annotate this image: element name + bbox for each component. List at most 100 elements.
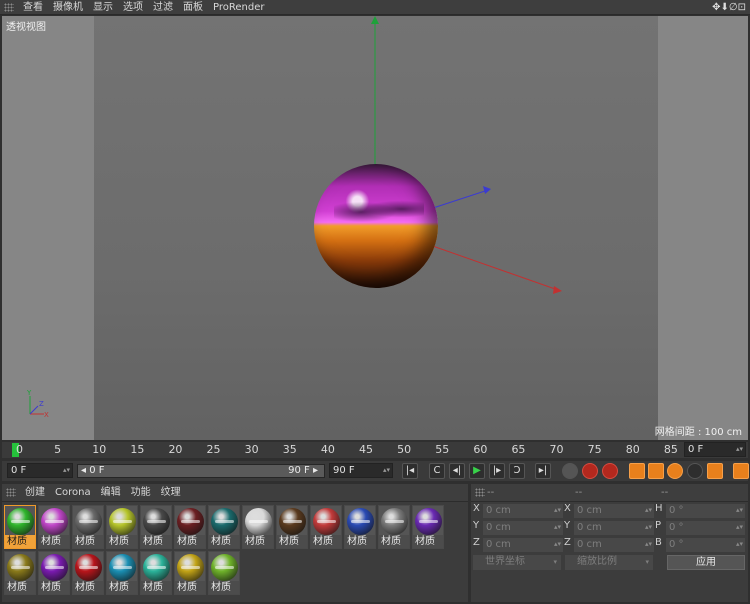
material-swatch[interactable]: 材质 xyxy=(412,505,444,549)
material-swatch[interactable]: 材质 xyxy=(378,505,410,549)
rotation-value-field[interactable]: 0 ° ▴▾ xyxy=(666,538,745,552)
apply-button[interactable]: 应用 xyxy=(667,555,745,570)
menu-filter[interactable]: 过滤 xyxy=(148,0,178,15)
timeline-tick-label: 20 xyxy=(168,443,183,456)
position-axis-label: Z xyxy=(473,537,480,548)
autokey-icon[interactable] xyxy=(602,463,618,479)
material-label: 材质 xyxy=(379,535,409,548)
grid-spacing-info: 网格间距 : 100 cm xyxy=(654,427,742,438)
menu-view[interactable]: 查看 xyxy=(18,0,48,15)
previous-key-button[interactable]: C xyxy=(429,463,445,479)
material-label: 材质 xyxy=(39,535,69,548)
material-preview-icon xyxy=(211,554,238,581)
timeline-tick-label: 35 xyxy=(282,443,297,456)
scale-ratio-dropdown[interactable]: 缩放比例 ▾ xyxy=(565,555,653,570)
timeline-ruler[interactable]: 051015202530354045505560657075808590 0 F… xyxy=(2,442,748,458)
material-label: 材质 xyxy=(413,535,443,548)
record-position-icon[interactable] xyxy=(629,463,645,479)
menu-camera[interactable]: 摄像机 xyxy=(48,0,88,15)
record-scale-icon[interactable] xyxy=(648,463,664,479)
position-axis-label: X xyxy=(473,503,480,514)
world-coord-dropdown[interactable]: 世界坐标 ▾ xyxy=(473,555,561,570)
timeline-tick-label: 5 xyxy=(54,443,62,456)
menu-options[interactable]: 选项 xyxy=(118,0,148,15)
rotation-value-field[interactable]: 0 ° ▴▾ xyxy=(666,521,745,535)
next-frame-button[interactable]: |▸ xyxy=(489,463,505,479)
material-swatch[interactable]: 材质 xyxy=(140,505,172,549)
grip-icon[interactable] xyxy=(6,488,16,497)
rotation-value-field[interactable]: 0 ° ▴▾ xyxy=(666,504,745,518)
material-swatch[interactable]: 材质 xyxy=(310,505,342,549)
menu-panel[interactable]: 面板 xyxy=(178,0,208,15)
material-swatch[interactable]: 材质 xyxy=(242,505,274,549)
material-swatch[interactable]: 材质 xyxy=(276,505,308,549)
menu-create[interactable]: 创建 xyxy=(20,485,50,500)
timeline-tick-label: 0 xyxy=(16,443,23,456)
record-rotation-icon[interactable] xyxy=(667,463,683,479)
go-to-end-button[interactable]: ▸| xyxy=(535,463,551,479)
play-button[interactable]: ▶ xyxy=(469,463,485,479)
material-label: 材质 xyxy=(5,535,35,548)
material-label: 材质 xyxy=(277,535,307,548)
material-label: 材质 xyxy=(175,581,205,594)
record-pla-icon[interactable] xyxy=(707,463,723,479)
size-value-field[interactable]: 0 cm ▴▾ xyxy=(574,504,654,518)
preview-range-slider[interactable]: ◂ 0 F 90 F ▸ xyxy=(77,464,325,478)
grip-icon[interactable] xyxy=(4,2,14,12)
material-swatch[interactable]: 材质 xyxy=(140,551,172,595)
chrome-sphere-object[interactable] xyxy=(314,164,438,288)
material-swatch[interactable]: 材质 xyxy=(106,551,138,595)
range-start-label: ◂ 0 F xyxy=(81,465,105,476)
next-key-button[interactable]: Ↄ xyxy=(509,463,525,479)
menu-texture[interactable]: 纹理 xyxy=(156,485,186,500)
position-value-field[interactable]: 0 cm ▴▾ xyxy=(483,521,563,535)
material-manager: 创建 Corona 编辑 功能 纹理 材质 材质 材质 材质 材质 材质 材质 材质 材质 材质材… xyxy=(2,484,468,602)
material-preview-icon xyxy=(415,508,442,535)
grip-icon[interactable] xyxy=(475,488,485,497)
material-swatch[interactable]: 材质 xyxy=(344,505,376,549)
timeline-window-icon[interactable] xyxy=(733,463,749,479)
timeline-tick-label: 80 xyxy=(625,443,640,456)
viewport-nav-icons[interactable]: ✥⬇∅⊡ xyxy=(712,2,750,13)
material-label: 材质 xyxy=(107,581,137,594)
menu-prorender[interactable]: ProRender xyxy=(208,0,269,15)
material-label: 材质 xyxy=(73,581,103,594)
material-swatch[interactable]: 材质 xyxy=(4,551,36,595)
size-value-field[interactable]: 0 cm ▴▾ xyxy=(574,521,654,535)
record-parameter-icon[interactable] xyxy=(687,463,703,479)
position-axis-label: Y xyxy=(473,520,480,531)
record-active-keys-icon[interactable] xyxy=(582,463,598,479)
previous-frame-button[interactable]: ◂| xyxy=(449,463,465,479)
material-preview-icon xyxy=(41,554,68,581)
start-frame-field[interactable]: 0 F ▴▾ xyxy=(7,463,73,478)
menu-corona[interactable]: Corona xyxy=(50,485,96,500)
menu-function[interactable]: 功能 xyxy=(126,485,156,500)
record-disabled-icon[interactable] xyxy=(562,463,578,479)
material-swatch[interactable]: 材质 xyxy=(72,551,104,595)
perspective-viewport[interactable]: 透视视图 Y X Z 网格间距 : 100 cm xyxy=(2,16,748,440)
material-swatch[interactable]: 材质 xyxy=(4,505,36,549)
current-frame-field[interactable]: 0 F ▴▾ xyxy=(684,442,746,457)
material-swatch[interactable]: 材质 xyxy=(72,505,104,549)
end-frame-field[interactable]: 90 F ▴▾ xyxy=(329,463,393,478)
position-value-field[interactable]: 0 cm ▴▾ xyxy=(483,538,563,552)
go-to-start-button[interactable]: |◂ xyxy=(402,463,418,479)
material-swatch[interactable]: 材质 xyxy=(174,505,206,549)
material-swatch[interactable]: 材质 xyxy=(208,551,240,595)
coord-header: -- -- -- xyxy=(471,484,748,502)
coordinates-manager: -- -- -- X0 cm ▴▾ X 0 cm ▴▾ H 0 ° ▴▾ Y 0 cm ▴▾ Y 0 c… xyxy=(471,484,748,602)
menu-display[interactable]: 显示 xyxy=(88,0,118,15)
material-swatch[interactable]: 材质 xyxy=(174,551,206,595)
material-label: 材质 xyxy=(107,535,137,548)
viewport-safe-frame-left xyxy=(2,16,94,440)
material-swatch[interactable]: 材质 xyxy=(208,505,240,549)
material-preview-icon xyxy=(41,508,68,535)
material-swatch[interactable]: 材质 xyxy=(38,551,70,595)
material-preview-icon xyxy=(7,554,34,581)
world-axis-indicator: Y X Z xyxy=(26,389,49,418)
material-swatch[interactable]: 材质 xyxy=(106,505,138,549)
material-swatch[interactable]: 材质 xyxy=(38,505,70,549)
position-value-field[interactable]: 0 cm ▴▾ xyxy=(483,504,563,518)
menu-edit[interactable]: 编辑 xyxy=(96,485,126,500)
size-value-field[interactable]: 0 cm ▴▾ xyxy=(574,538,654,552)
